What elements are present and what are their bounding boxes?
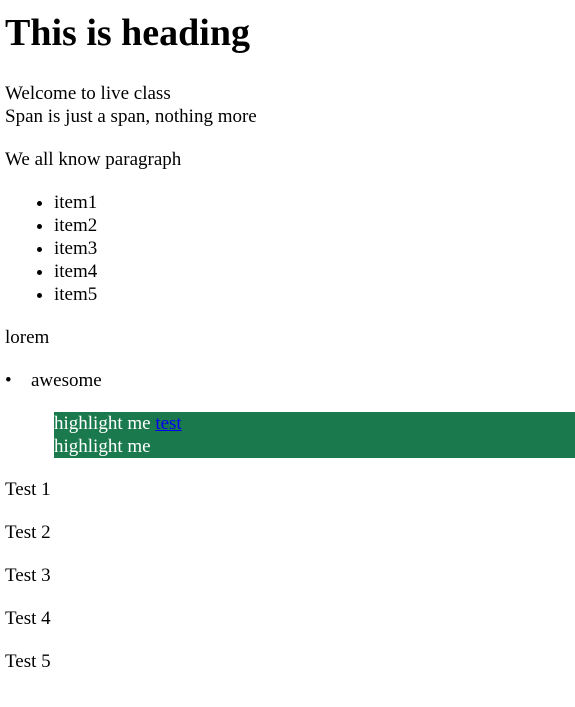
list-item: item3 xyxy=(54,237,575,260)
highlight-text: highlight me xyxy=(54,413,151,434)
test-paragraph: Test 1 xyxy=(5,479,51,500)
highlight-line-1: highlight me test xyxy=(54,412,575,435)
highlight-box: highlight me test highlight me xyxy=(54,412,575,458)
page-heading: This is heading xyxy=(5,12,250,54)
test-paragraph: Test 5 xyxy=(5,651,51,672)
awesome-list: • awesome xyxy=(5,369,575,392)
item-list: item1 item2 item3 item4 item5 xyxy=(5,191,575,306)
tests-section: Test 1 Test 2 Test 3 Test 4 Test 5 xyxy=(5,478,575,673)
awesome-label: awesome xyxy=(31,370,102,391)
highlight-line-2: highlight me xyxy=(54,436,151,457)
lorem-text: lorem xyxy=(5,327,50,348)
list-item: item5 xyxy=(54,283,575,306)
test-paragraph: Test 4 xyxy=(5,608,51,629)
paragraph-text: We all know paragraph xyxy=(5,149,182,170)
list-item: item1 xyxy=(54,191,575,214)
intro-block: Welcome to live class Span is just a spa… xyxy=(5,82,575,128)
welcome-text: Welcome to live class xyxy=(5,83,171,104)
list-item: item2 xyxy=(54,214,575,237)
test-paragraph: Test 2 xyxy=(5,522,51,543)
page: This is heading Welcome to live class Sp… xyxy=(0,0,575,707)
bullet-icon: • xyxy=(5,370,12,391)
list-item: item4 xyxy=(54,260,575,283)
test-paragraph: Test 3 xyxy=(5,565,51,586)
test-link[interactable]: test xyxy=(155,413,181,434)
span-text: Span is just a span, nothing more xyxy=(5,106,257,127)
awesome-list-item: • awesome xyxy=(5,369,575,392)
